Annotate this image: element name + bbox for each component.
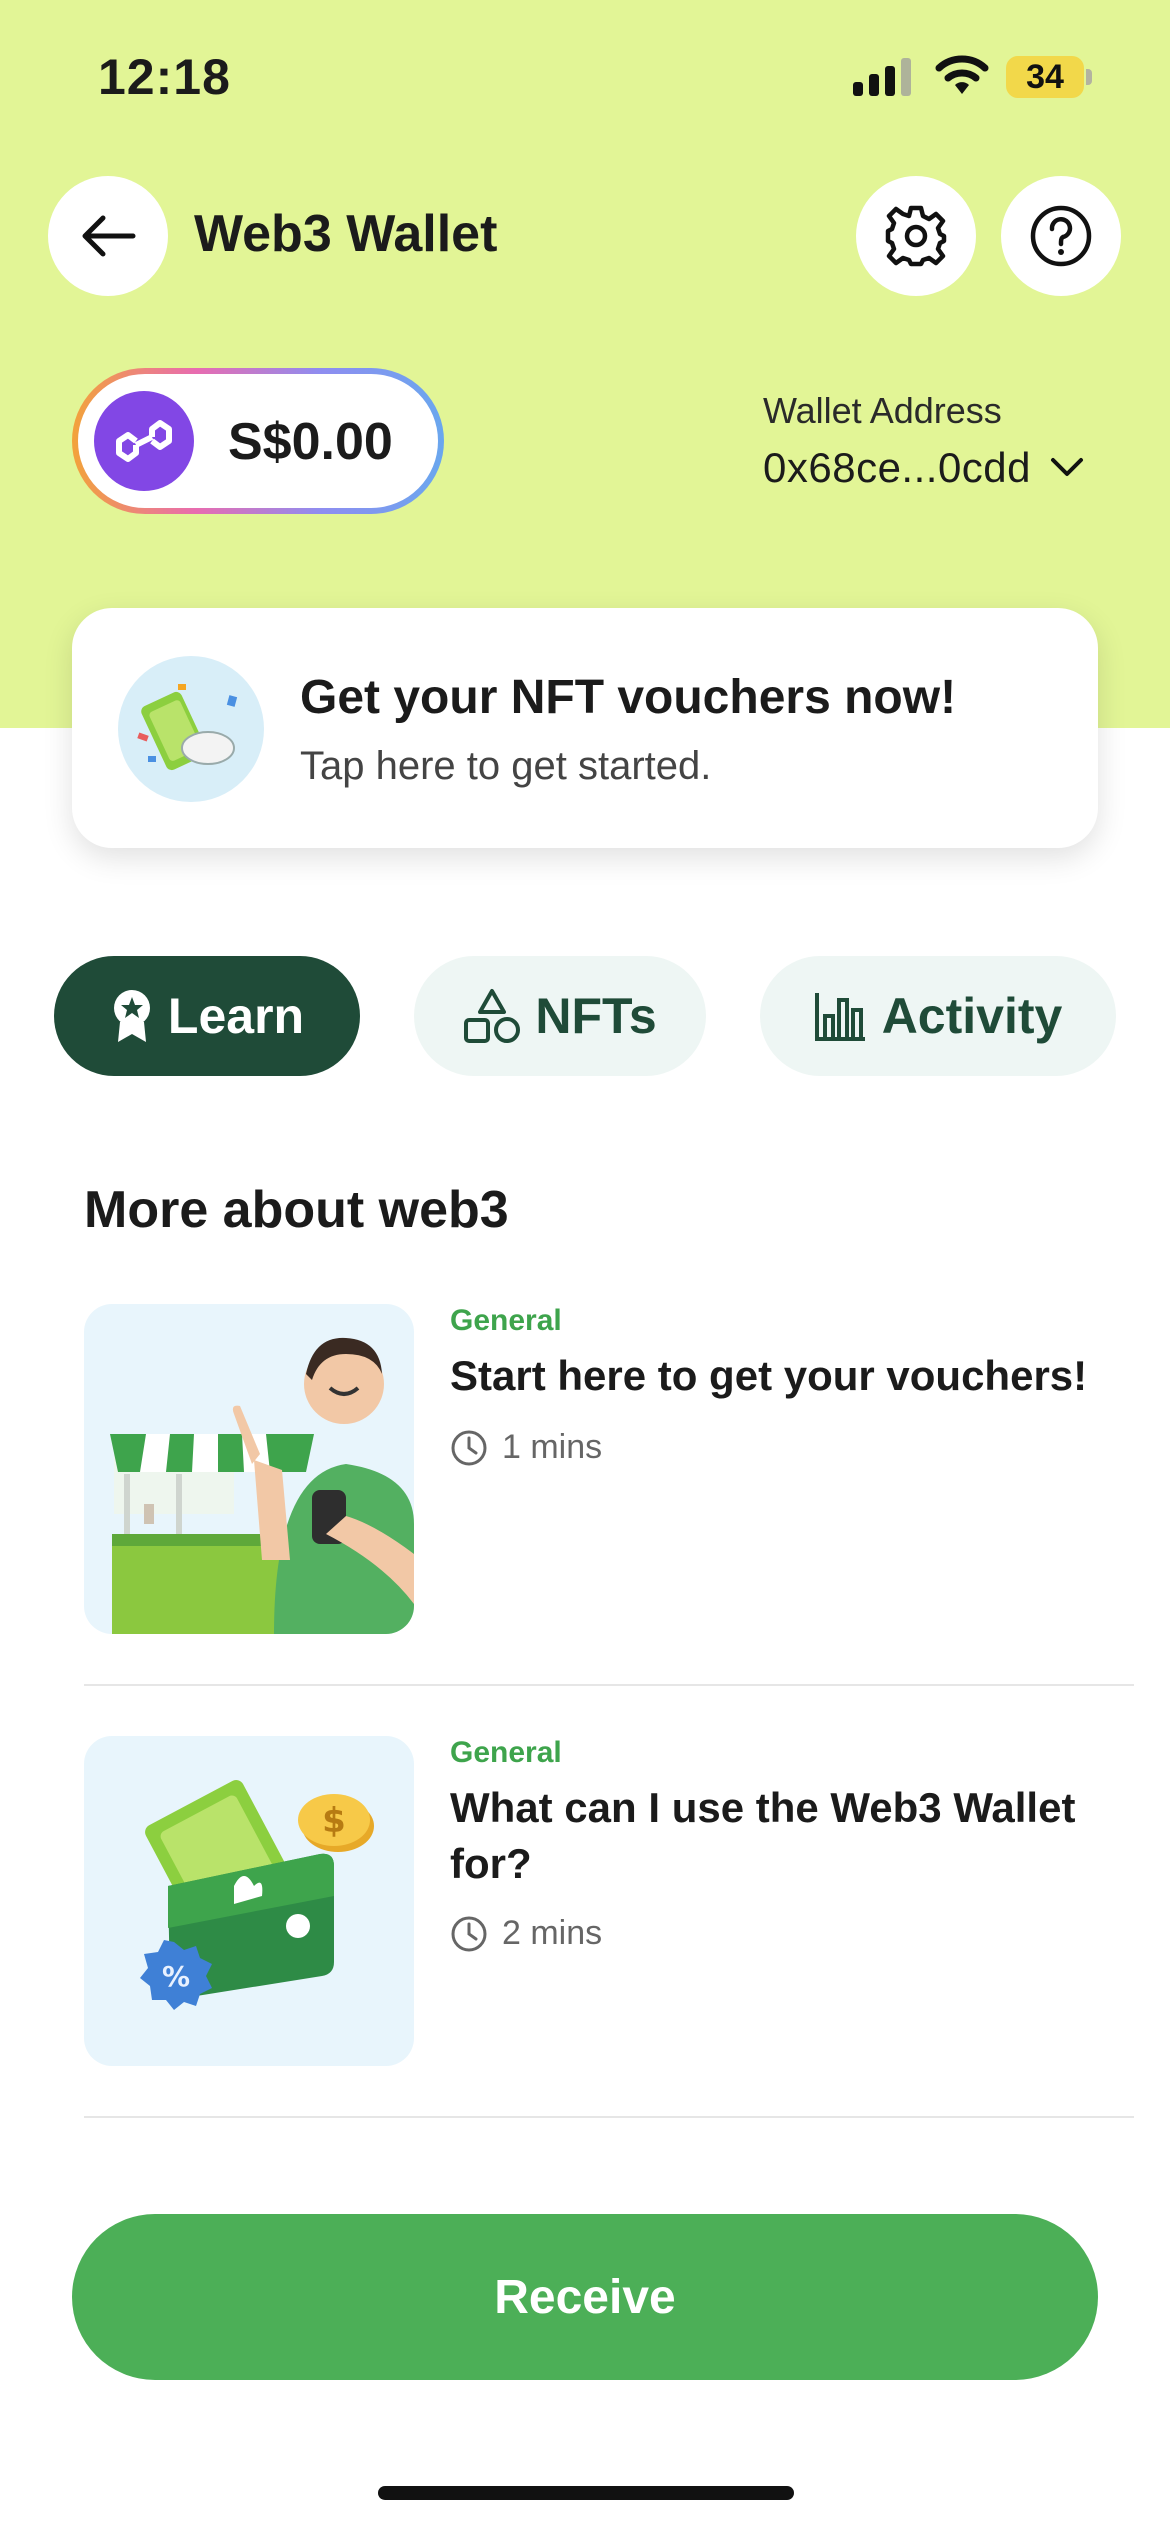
cellular-signal-icon [853, 58, 911, 96]
battery-icon: 34 [1006, 56, 1092, 98]
settings-button[interactable] [856, 176, 976, 296]
article-thumbnail-shop [84, 1304, 414, 1634]
page-title: Web3 Wallet [194, 205, 498, 263]
award-icon [113, 990, 150, 1042]
tab-nfts[interactable]: NFTs [414, 956, 706, 1076]
list-item[interactable]: General Start here to get your vouchers!… [84, 1304, 1134, 1634]
article-duration-text: 2 mins [502, 1914, 603, 1952]
article-title: What can I use the Web3 Wallet for? [450, 1784, 1076, 1887]
list-item[interactable]: $ % General What can I use the Web3 Wall… [84, 1736, 1134, 2066]
home-indicator [378, 2486, 794, 2500]
gear-icon [885, 205, 947, 267]
divider [84, 2116, 1134, 2118]
article-thumbnail-wallet: $ % [84, 1736, 414, 2066]
nft-voucher-promo-card[interactable]: Get your NFT vouchers now! Tap here to g… [72, 608, 1098, 848]
tab-nfts-label: NFTs [535, 988, 657, 1044]
wifi-icon [935, 55, 989, 94]
back-button[interactable] [48, 176, 168, 296]
clock-icon [451, 1430, 487, 1465]
tab-learn[interactable]: Learn [54, 956, 360, 1076]
balance-amount: S$0.00 [228, 413, 393, 471]
tab-activity-label: Activity [881, 988, 1063, 1044]
chevron-down-icon[interactable] [1050, 455, 1084, 479]
promo-title: Get your NFT vouchers now! [300, 671, 957, 724]
divider [84, 1684, 1134, 1686]
question-circle-icon [1030, 205, 1092, 267]
polygon-logo-icon [94, 391, 194, 491]
wallet-address-label: Wallet Address [763, 390, 1002, 431]
receive-button[interactable]: Receive [72, 2214, 1098, 2380]
svg-text:%: % [162, 1960, 190, 1993]
article-category: General [450, 1304, 562, 1337]
arrow-left-icon [82, 215, 136, 257]
bar-chart-icon [814, 993, 865, 1041]
status-time: 12:18 [98, 49, 231, 105]
article-duration-text: 1 mins [502, 1428, 603, 1466]
nft-voucher-illustration [118, 656, 264, 802]
tab-activity[interactable]: Activity [760, 956, 1116, 1076]
balance-pill[interactable]: S$0.00 [72, 368, 444, 514]
tab-learn-label: Learn [167, 988, 305, 1044]
article-title: Start here to get your vouchers! [450, 1352, 1088, 1399]
article-duration: 2 mins [450, 1914, 602, 1953]
battery-level: 34 [1026, 58, 1064, 96]
article-category: General [450, 1736, 562, 1769]
svg-text:$: $ [322, 1801, 346, 1841]
article-duration: 1 mins [450, 1428, 602, 1467]
help-button[interactable] [1001, 176, 1121, 296]
wallet-address[interactable]: 0x68ce...0cdd [763, 444, 1031, 492]
promo-subtitle: Tap here to get started. [300, 744, 712, 788]
section-title: More about web3 [84, 1181, 509, 1239]
clock-icon [451, 1916, 487, 1951]
shapes-icon [464, 989, 521, 1043]
